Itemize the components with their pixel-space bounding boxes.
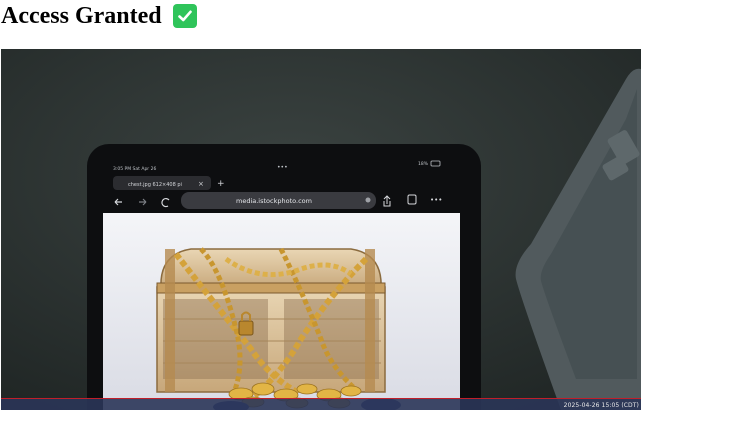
url-text: media.istockphoto.com bbox=[236, 197, 312, 205]
camera-feed: 3:05 PM Sat Apr 26 ••• 18% chest.jpg 612… bbox=[1, 49, 641, 410]
svg-text:•••: ••• bbox=[277, 164, 288, 171]
treasure-chest-image bbox=[156, 247, 401, 410]
browser-tab-title: chest.jpg 612×408 pi bbox=[128, 182, 182, 188]
page-title: Access Granted bbox=[1, 3, 162, 29]
tab-close-icon: × bbox=[198, 180, 204, 188]
tablet: 3:05 PM Sat Apr 26 ••• 18% chest.jpg 612… bbox=[87, 144, 481, 410]
mic-icon bbox=[365, 197, 371, 203]
tablet-battery: 18% bbox=[418, 161, 429, 167]
header: Access Granted bbox=[1, 2, 197, 30]
feed-timestamp: 2025-04-26 15:05 (CDT) bbox=[563, 402, 639, 409]
more-icon: ••• bbox=[430, 196, 442, 204]
camera-frame: 3:05 PM Sat Apr 26 ••• 18% chest.jpg 612… bbox=[1, 49, 641, 410]
progress-line bbox=[1, 398, 641, 399]
tablet-status-time: 3:05 PM Sat Apr 26 bbox=[113, 166, 156, 172]
check-mark-icon bbox=[172, 4, 197, 28]
new-tab-icon: + bbox=[217, 179, 225, 189]
